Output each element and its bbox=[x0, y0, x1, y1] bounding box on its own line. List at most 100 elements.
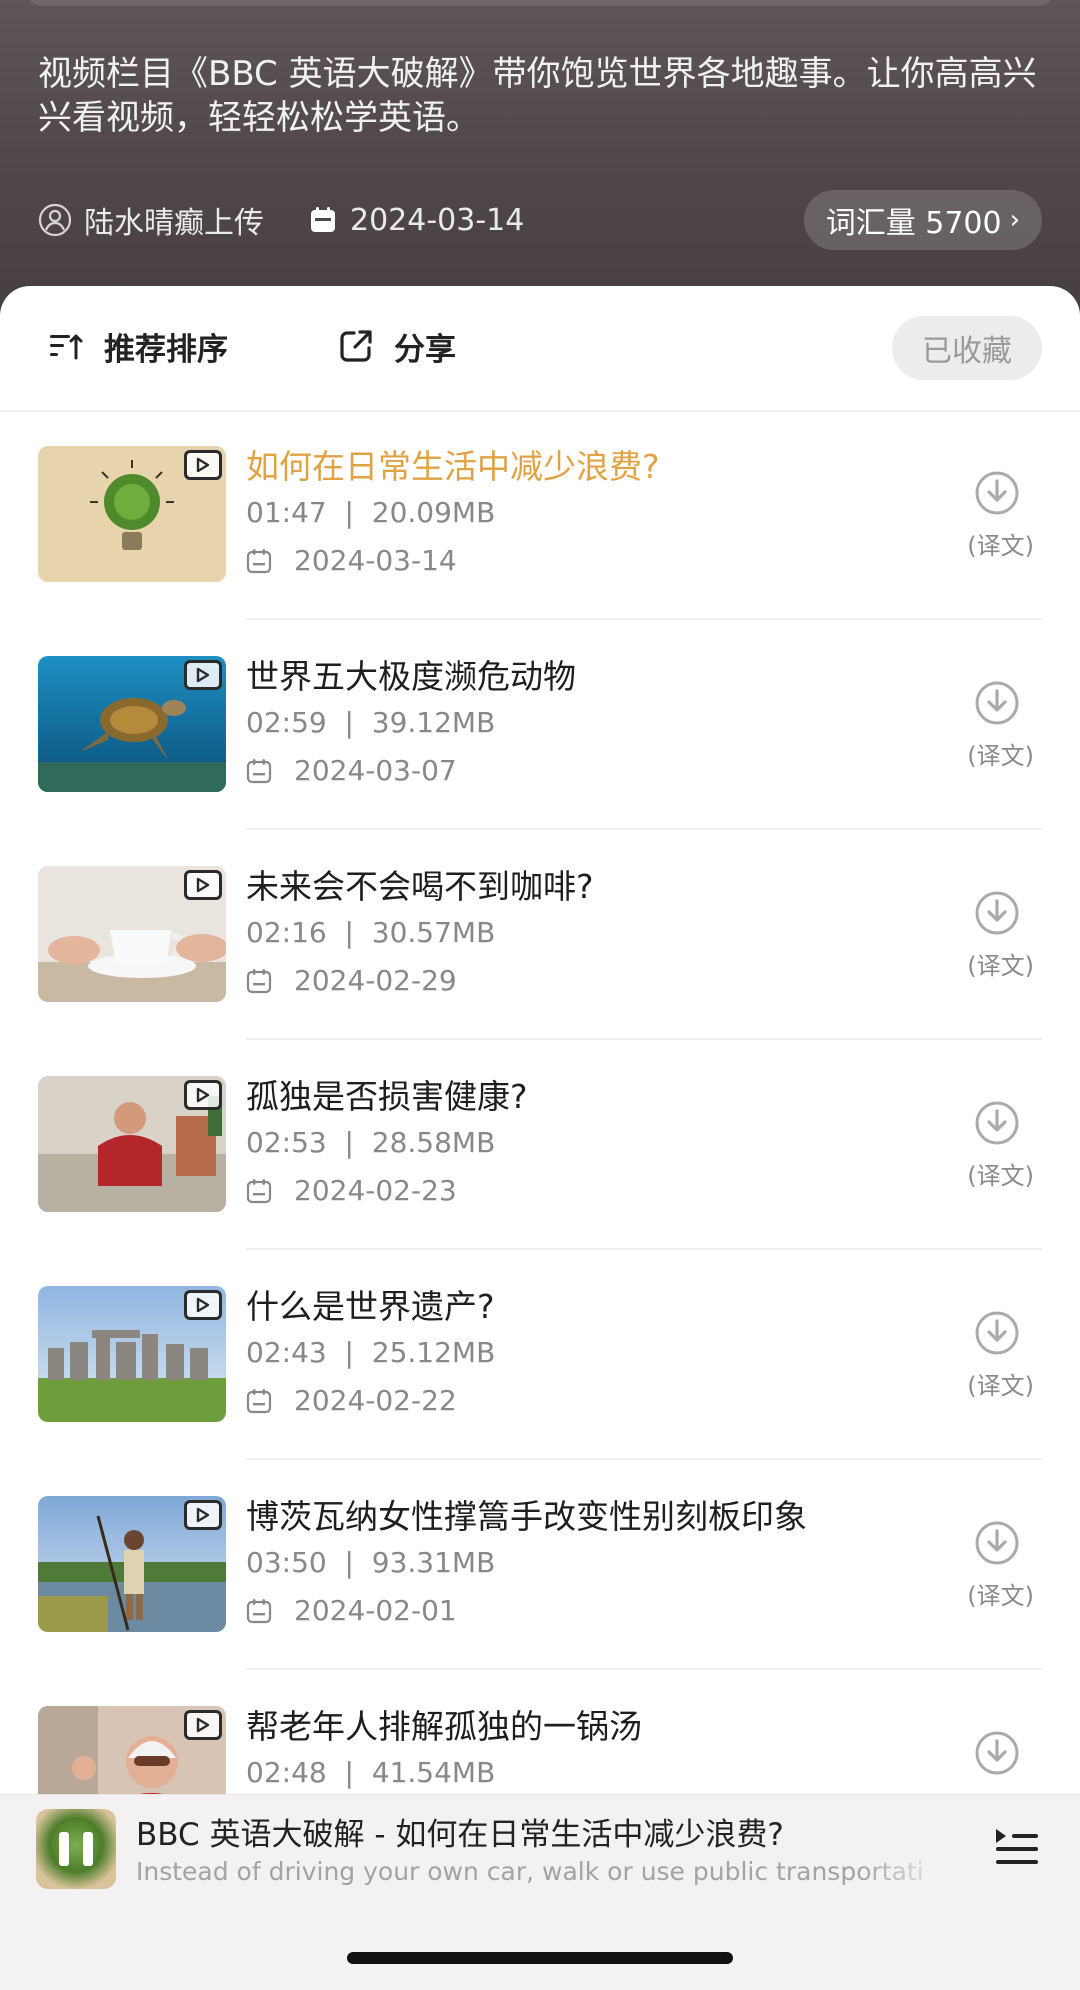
vocabulary-button[interactable]: 词汇量 5700 › bbox=[803, 190, 1042, 250]
album-description: 视频栏目《BBC 英语大破解》带你饱览世界各地趣事。让你高高兴兴看视频，轻轻松松… bbox=[38, 54, 1037, 138]
calendar-icon bbox=[246, 1388, 272, 1414]
episode-item[interactable]: 博茨瓦纳女性撑篙手改变性别刻板印象 03:50 | 93.31MB 2024-02-… bbox=[0, 1460, 1080, 1670]
header-top-card-edge bbox=[26, 0, 1054, 6]
uploader-name[interactable]: 陆水晴癫上传 bbox=[84, 198, 264, 242]
calendar-icon bbox=[246, 968, 272, 994]
episode-date-row: 2024-03-14 bbox=[246, 544, 457, 577]
episode-title[interactable]: 世界五大极度濒危动物 bbox=[246, 650, 576, 698]
episode-title[interactable]: 孤独是否损害健康? bbox=[246, 1070, 528, 1118]
episode-duration: 02:59 bbox=[246, 706, 327, 739]
calendar-icon bbox=[246, 548, 272, 574]
episode-thumbnail[interactable] bbox=[38, 656, 226, 792]
episode-duration-size: 02:48 | 41.54MB bbox=[246, 1756, 495, 1789]
episode-duration-size: 01:47 | 20.09MB bbox=[246, 496, 495, 529]
episode-size: 25.12MB bbox=[371, 1336, 496, 1369]
episode-thumbnail[interactable] bbox=[38, 1076, 226, 1212]
meta-separator: | bbox=[326, 1756, 372, 1789]
translation-link[interactable]: (译文) bbox=[967, 736, 1034, 771]
share-label: 分享 bbox=[394, 331, 456, 368]
share-button[interactable]: 分享 bbox=[338, 316, 456, 376]
toolbar: 推荐排序 分享 已收藏 bbox=[0, 286, 1080, 412]
home-indicator bbox=[347, 1952, 733, 1964]
translation-link[interactable]: (译文) bbox=[967, 946, 1034, 981]
album-header: 视频栏目《BBC 英语大破解》带你饱览世界各地趣事。让你高高兴兴看视频，轻轻松松… bbox=[0, 0, 1080, 330]
video-badge-icon bbox=[184, 450, 222, 480]
episode-date: 2024-03-14 bbox=[294, 544, 457, 577]
episode-date-row: 2024-03-07 bbox=[246, 754, 457, 787]
episode-title[interactable]: 博茨瓦纳女性撑篙手改变性别刻板印象 bbox=[246, 1490, 807, 1538]
meta-separator: | bbox=[326, 1126, 372, 1159]
episode-title[interactable]: 帮老年人排解孤独的一锅汤 bbox=[246, 1700, 642, 1748]
episode-size: 93.31MB bbox=[371, 1546, 496, 1579]
episode-title[interactable]: 什么是世界遗产? bbox=[246, 1280, 495, 1328]
episode-duration-size: 02:59 | 39.12MB bbox=[246, 706, 495, 739]
download-icon[interactable] bbox=[974, 890, 1020, 936]
episode-date: 2024-03-07 bbox=[294, 754, 457, 787]
episode-duration: 02:43 bbox=[246, 1336, 327, 1369]
download-icon[interactable] bbox=[974, 1310, 1020, 1356]
meta-separator: | bbox=[326, 1546, 372, 1579]
album-meta: 陆水晴癫上传 2024-03-14 bbox=[38, 198, 524, 242]
episode-date: 2024-02-29 bbox=[294, 964, 457, 997]
video-badge-icon bbox=[184, 1080, 222, 1110]
sort-button[interactable]: 推荐排序 bbox=[48, 316, 228, 376]
pause-icon[interactable] bbox=[59, 1832, 93, 1866]
episode-date-row: 2024-02-23 bbox=[246, 1174, 457, 1207]
download-icon[interactable] bbox=[974, 1100, 1020, 1146]
episode-date-row: 2024-02-29 bbox=[246, 964, 457, 997]
translation-link[interactable]: (译文) bbox=[967, 1156, 1034, 1191]
episode-date-row: 2024-02-01 bbox=[246, 1594, 457, 1627]
video-badge-icon bbox=[184, 870, 222, 900]
episode-duration: 02:16 bbox=[246, 916, 327, 949]
player-subtitle: Instead of driving your own car, walk or… bbox=[136, 1857, 924, 1886]
chevron-right-icon: › bbox=[1009, 205, 1020, 235]
calendar-icon bbox=[246, 758, 272, 784]
download-icon[interactable] bbox=[974, 470, 1020, 516]
player-cover[interactable] bbox=[36, 1809, 116, 1889]
episode-title[interactable]: 未来会不会喝不到咖啡? bbox=[246, 860, 594, 908]
episode-item[interactable]: 孤独是否损害健康? 02:53 | 28.58MB 2024-02-23 (译文) bbox=[0, 1040, 1080, 1250]
episode-thumbnail[interactable] bbox=[38, 1496, 226, 1632]
episode-thumbnail[interactable] bbox=[38, 1286, 226, 1422]
episode-item[interactable]: 什么是世界遗产? 02:43 | 25.12MB 2024-02-22 (译文) bbox=[0, 1250, 1080, 1460]
episode-size: 39.12MB bbox=[371, 706, 496, 739]
episode-date-row: 2024-02-22 bbox=[246, 1384, 457, 1417]
episode-thumbnail[interactable] bbox=[38, 446, 226, 582]
episode-date: 2024-02-23 bbox=[294, 1174, 457, 1207]
download-icon[interactable] bbox=[974, 1520, 1020, 1566]
episode-duration: 02:48 bbox=[246, 1756, 327, 1789]
download-icon[interactable] bbox=[974, 680, 1020, 726]
meta-separator: | bbox=[326, 706, 372, 739]
download-icon[interactable] bbox=[974, 1730, 1020, 1776]
share-icon bbox=[338, 328, 374, 364]
playlist-icon[interactable] bbox=[992, 1825, 1040, 1869]
episode-item[interactable]: 世界五大极度濒危动物 02:59 | 39.12MB 2024-03-07 (译文) bbox=[0, 620, 1080, 830]
video-badge-icon bbox=[184, 1710, 222, 1740]
vocabulary-label: 词汇量 5700 bbox=[825, 206, 1002, 241]
calendar-icon bbox=[246, 1598, 272, 1624]
episode-size: 20.09MB bbox=[371, 496, 496, 529]
episode-size: 28.58MB bbox=[371, 1126, 496, 1159]
calendar-icon bbox=[308, 205, 338, 235]
player-title[interactable]: BBC 英语大破解 - 如何在日常生活中减少浪费? bbox=[136, 1809, 784, 1854]
episode-item[interactable]: 未来会不会喝不到咖啡? 02:16 | 30.57MB 2024-02-29 (译文) bbox=[0, 830, 1080, 1040]
sort-label: 推荐排序 bbox=[104, 331, 228, 368]
episode-title[interactable]: 如何在日常生活中减少浪费? bbox=[246, 440, 660, 488]
episode-sheet: 推荐排序 分享 已收藏 如何在日常生活中减少浪费? 01:47 | 20.09MB… bbox=[0, 286, 1080, 1989]
video-badge-icon bbox=[184, 1290, 222, 1320]
translation-link[interactable]: (译文) bbox=[967, 1366, 1034, 1401]
favorited-button[interactable]: 已收藏 bbox=[892, 316, 1042, 380]
episode-size: 30.57MB bbox=[371, 916, 496, 949]
episode-duration: 03:50 bbox=[246, 1546, 327, 1579]
video-badge-icon bbox=[184, 1500, 222, 1530]
episode-duration-size: 02:43 | 25.12MB bbox=[246, 1336, 495, 1369]
episode-duration-size: 03:50 | 93.31MB bbox=[246, 1546, 495, 1579]
meta-separator: | bbox=[326, 916, 372, 949]
episode-item[interactable]: 如何在日常生活中减少浪费? 01:47 | 20.09MB 2024-03-14 (译… bbox=[0, 410, 1080, 620]
episode-duration: 02:53 bbox=[246, 1126, 327, 1159]
translation-link[interactable]: (译文) bbox=[967, 526, 1034, 561]
episode-duration-size: 02:16 | 30.57MB bbox=[246, 916, 495, 949]
translation-link[interactable]: (译文) bbox=[967, 1576, 1034, 1611]
episode-thumbnail[interactable] bbox=[38, 866, 226, 1002]
episode-duration: 01:47 bbox=[246, 496, 327, 529]
